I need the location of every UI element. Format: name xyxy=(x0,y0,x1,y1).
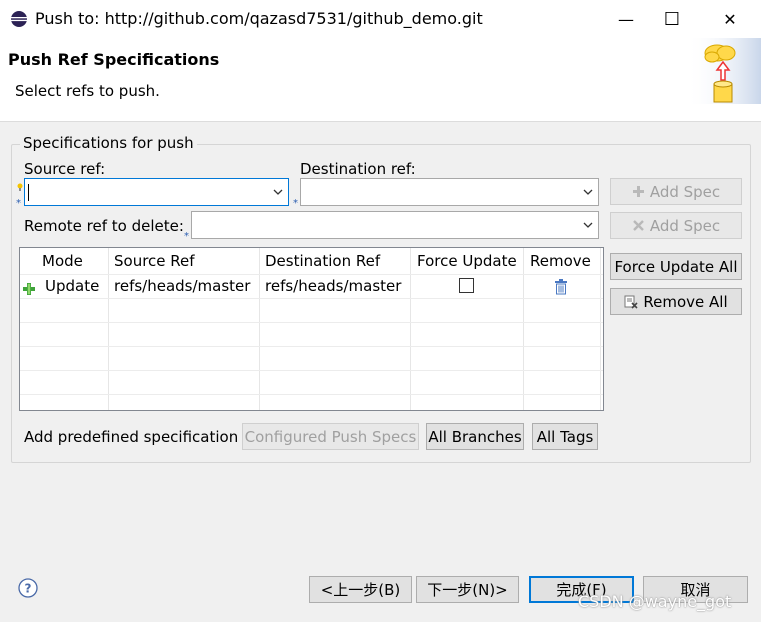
content-assist-icon xyxy=(17,177,23,191)
source-ref-label: Source ref: xyxy=(24,160,106,178)
chevron-down-icon[interactable] xyxy=(582,218,594,232)
destination-ref-combo[interactable] xyxy=(300,178,599,206)
all-tags-label: All Tags xyxy=(536,427,594,446)
column-divider xyxy=(410,248,411,410)
group-title: Specifications for push xyxy=(20,134,197,152)
page-subtitle: Select refs to push. xyxy=(15,82,160,100)
maximize-button[interactable]: ☐ xyxy=(648,0,696,38)
maximize-icon: ☐ xyxy=(663,8,681,30)
destination-ref-cell[interactable]: refs/heads/master xyxy=(265,274,401,298)
required-marker: * xyxy=(16,198,21,209)
required-marker: * xyxy=(184,231,189,242)
source-ref-cell[interactable]: refs/heads/master xyxy=(114,274,250,298)
column-header-force-update[interactable]: Force Update xyxy=(417,248,517,274)
column-header-source-ref[interactable]: Source Ref xyxy=(114,248,195,274)
plus-icon xyxy=(632,185,645,198)
remote-ref-delete-combo[interactable] xyxy=(191,211,599,239)
remove-all-label: Remove All xyxy=(643,292,728,311)
row-divider xyxy=(20,370,603,371)
page-title: Push Ref Specifications xyxy=(8,50,220,69)
chevron-down-icon[interactable] xyxy=(272,185,284,199)
column-header-remove[interactable]: Remove xyxy=(530,248,591,274)
row-divider xyxy=(20,394,603,395)
column-divider xyxy=(523,248,524,410)
remove-all-icon xyxy=(624,295,638,309)
column-header-mode[interactable]: Mode xyxy=(42,248,83,274)
close-icon: ✕ xyxy=(723,9,737,29)
close-button[interactable]: ✕ xyxy=(706,0,754,38)
source-ref-combo[interactable] xyxy=(24,178,289,206)
column-divider xyxy=(600,248,601,410)
trash-icon[interactable] xyxy=(554,278,568,295)
predefined-spec-label: Add predefined specification xyxy=(24,428,239,446)
row-divider xyxy=(20,346,603,347)
next-button[interactable]: 下一步(N)> xyxy=(416,576,519,603)
column-divider xyxy=(108,248,109,410)
minimize-icon: — xyxy=(618,9,634,29)
chevron-down-icon[interactable] xyxy=(582,185,594,199)
all-branches-label: All Branches xyxy=(428,427,522,446)
row-divider xyxy=(20,298,603,299)
remove-all-button[interactable]: Remove All xyxy=(610,288,742,315)
add-spec-label: Add Spec xyxy=(649,182,721,201)
text-caret xyxy=(28,184,29,201)
window-title: Push to: http://github.com/qazasd7531/gi… xyxy=(35,9,483,28)
green-plus-icon xyxy=(22,279,36,295)
back-button[interactable]: <上一步(B) xyxy=(309,576,412,603)
push-spec-table: Mode Source Ref Destination Ref Force Up… xyxy=(19,247,604,411)
column-divider xyxy=(259,248,260,410)
x-icon xyxy=(632,219,645,232)
add-spec-button[interactable]: Add Spec xyxy=(610,178,742,205)
configured-push-specs-button[interactable]: Configured Push Specs xyxy=(242,423,419,450)
column-header-destination-ref[interactable]: Destination Ref xyxy=(265,248,380,274)
remote-ref-delete-label: Remote ref to delete: xyxy=(24,217,184,235)
watermark: CSDN @wayne_got xyxy=(578,592,732,611)
push-cloud-database-icon xyxy=(686,38,761,104)
force-update-all-label: Force Update All xyxy=(614,257,738,276)
all-branches-button[interactable]: All Branches xyxy=(426,423,524,450)
row-divider xyxy=(20,322,603,323)
mode-cell[interactable]: Update xyxy=(45,274,99,298)
minimize-button[interactable]: — xyxy=(602,0,650,38)
svg-text:?: ? xyxy=(25,582,32,596)
next-label: 下一步(N)> xyxy=(427,581,508,599)
force-update-checkbox[interactable] xyxy=(459,278,474,293)
configured-push-specs-label: Configured Push Specs xyxy=(244,427,417,446)
help-icon[interactable]: ? xyxy=(18,578,38,598)
add-delete-spec-label: Add Spec xyxy=(649,216,721,235)
all-tags-button[interactable]: All Tags xyxy=(532,423,598,450)
required-marker: * xyxy=(293,198,298,209)
eclipse-icon xyxy=(10,10,28,28)
add-delete-spec-button[interactable]: Add Spec xyxy=(610,212,742,239)
back-label: <上一步(B) xyxy=(320,581,401,599)
force-update-all-button[interactable]: Force Update All xyxy=(610,253,742,280)
destination-ref-label: Destination ref: xyxy=(300,160,416,178)
